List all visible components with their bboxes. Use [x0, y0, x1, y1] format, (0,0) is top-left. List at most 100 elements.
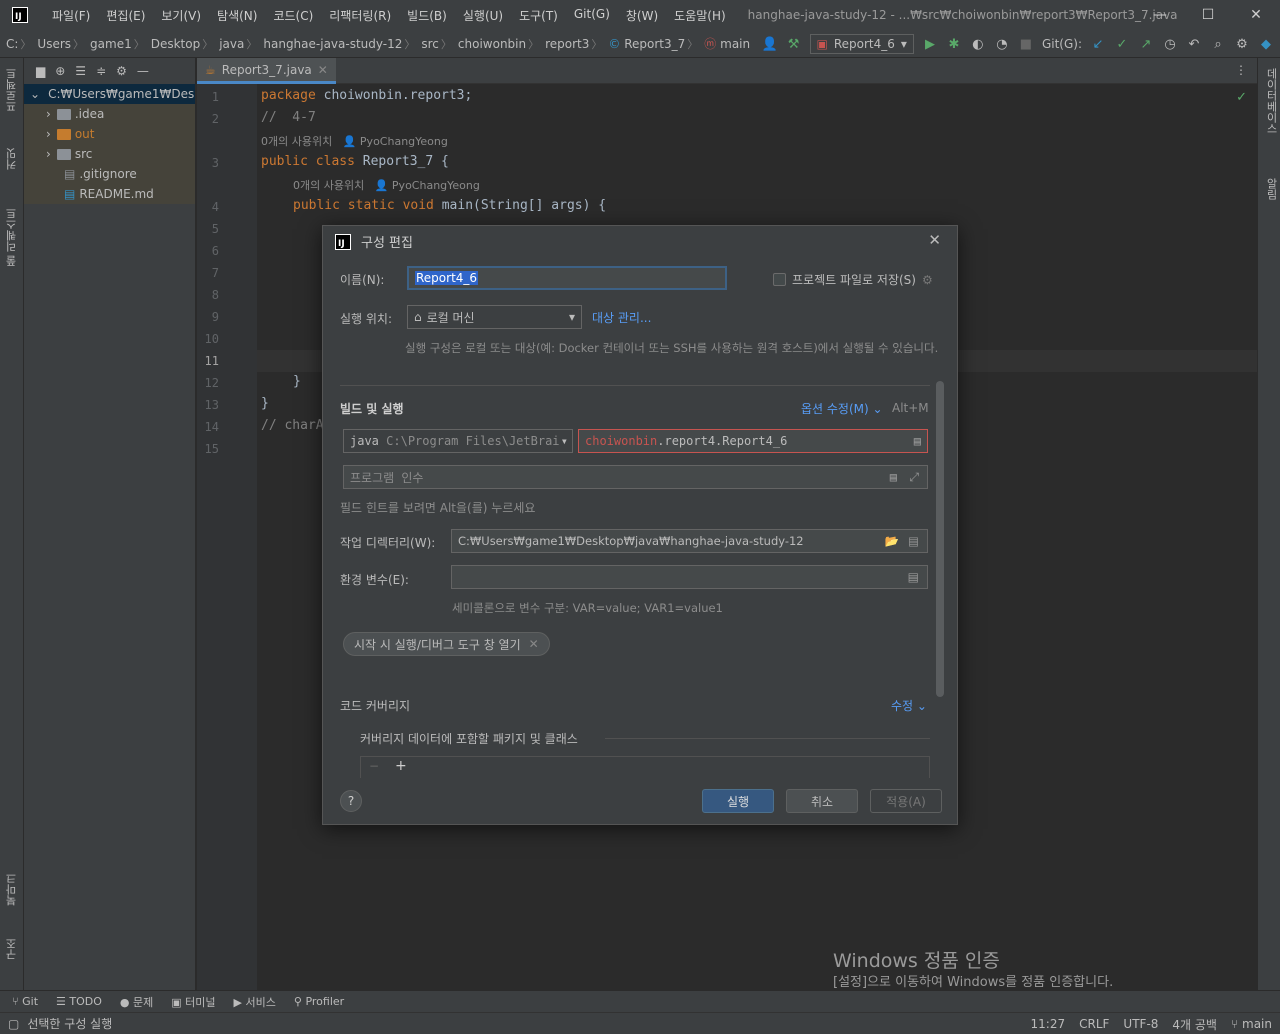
breadcrumb-users[interactable]: Users: [31, 37, 73, 51]
modify-options-link[interactable]: 옵션 수정(M) ⌄: [801, 400, 883, 417]
rollback-icon[interactable]: ↶: [1186, 37, 1202, 52]
run-icon[interactable]: ▶: [922, 37, 938, 52]
plugin-icon[interactable]: ◆: [1258, 37, 1274, 52]
indent-setting[interactable]: 4개 공백: [1172, 1016, 1217, 1033]
folder-browse-icon[interactable]: 📂: [885, 534, 899, 548]
toolwindow-problems[interactable]: ● 문제: [120, 994, 153, 1010]
breadcrumb-class[interactable]: © Report3_7: [602, 37, 687, 51]
menu-git[interactable]: Git(G): [566, 7, 618, 24]
menu-file[interactable]: 파일(F): [44, 7, 98, 24]
close-dialog-icon[interactable]: ✕: [928, 231, 941, 249]
stop-icon[interactable]: ■: [1018, 37, 1034, 52]
tool-tab-notifications[interactable]: 알림: [1263, 178, 1279, 200]
debug-icon[interactable]: ✱: [946, 37, 962, 52]
menu-window[interactable]: 창(W): [618, 7, 666, 24]
macro-icon[interactable]: ▤: [908, 534, 919, 548]
git-branch-widget[interactable]: ⑂ main: [1231, 1017, 1272, 1031]
name-input[interactable]: Report4_6: [407, 266, 727, 290]
breadcrumb-java[interactable]: java: [213, 37, 246, 51]
remove-icon[interactable]: −: [369, 759, 379, 773]
working-directory-input[interactable]: C:₩Users₩game1₩Desktop₩java₩hanghae-java…: [451, 529, 928, 553]
minimize-icon[interactable]: —: [1136, 0, 1184, 30]
menu-code[interactable]: 코드(C): [265, 7, 321, 24]
breadcrumb-method[interactable]: ⓜ main: [698, 35, 752, 52]
collapse-all-icon[interactable]: ≑: [96, 64, 106, 78]
tool-tab-project[interactable]: 프로젝트: [4, 68, 20, 112]
menu-tools[interactable]: 도구(T): [511, 7, 566, 24]
menu-view[interactable]: 보기(V): [153, 7, 209, 24]
toggle-tool-windows-icon[interactable]: ▢: [8, 1017, 19, 1031]
breadcrumb-project[interactable]: hanghae-java-study-12: [257, 37, 404, 51]
program-arguments-input[interactable]: 프로그램 인수 ▤ ⤢: [343, 465, 928, 489]
tree-root[interactable]: ⌄ C:₩Users₩game1₩Deskt: [24, 84, 195, 104]
hide-panel-icon[interactable]: —: [137, 64, 149, 78]
settings-gear-icon[interactable]: ⚙: [1234, 37, 1250, 52]
breadcrumb-game1[interactable]: game1: [84, 37, 134, 51]
tree-item-gitignore[interactable]: ▤ .gitignore: [24, 164, 195, 184]
environment-variables-input[interactable]: ▤: [451, 565, 928, 589]
jdk-select[interactable]: java C:\Program Files\JetBrai ▾: [343, 429, 573, 453]
remove-option-icon[interactable]: ✕: [529, 637, 539, 651]
breadcrumb-desktop[interactable]: Desktop: [145, 37, 203, 51]
manage-targets-link[interactable]: 대상 관리...: [592, 309, 651, 326]
more-options-icon[interactable]: ⋮: [1235, 63, 1247, 77]
dialog-scrollbar[interactable]: [936, 381, 944, 697]
store-as-project-checkbox[interactable]: [773, 273, 786, 286]
tree-item-out[interactable]: › out: [24, 124, 195, 144]
locate-icon[interactable]: ⊕: [55, 64, 65, 78]
toolwindow-todo[interactable]: ☰ TODO: [56, 995, 102, 1008]
menu-help[interactable]: 도움말(H): [666, 7, 734, 24]
build-hammer-icon[interactable]: ⚒: [786, 37, 802, 52]
tool-tab-bookmarks[interactable]: 북마크: [4, 873, 20, 906]
tree-item-idea[interactable]: › .idea: [24, 104, 195, 124]
menu-refactor[interactable]: 리팩터링(R): [321, 7, 399, 24]
options-gear-icon[interactable]: ⚙: [116, 64, 127, 78]
tool-tab-structure[interactable]: 구조: [4, 938, 20, 960]
toolwindow-services[interactable]: ▶ 서비스: [234, 994, 276, 1010]
menu-navigate[interactable]: 탐색(N): [209, 7, 265, 24]
expand-icon[interactable]: ⤢: [909, 470, 919, 485]
macro-icon[interactable]: ▤: [890, 470, 897, 484]
toolwindow-profiler[interactable]: ⚲ Profiler: [294, 995, 344, 1008]
caret-position[interactable]: 11:27: [1031, 1017, 1066, 1031]
git-push-icon[interactable]: ↗: [1138, 37, 1154, 52]
inspection-ok-icon[interactable]: ✓: [1236, 90, 1247, 105]
editor-tab-report3-7[interactable]: ☕ Report3_7.java ✕: [197, 58, 336, 84]
maximize-icon[interactable]: ☐: [1184, 0, 1232, 30]
breadcrumb-report3[interactable]: report3: [539, 37, 591, 51]
add-icon[interactable]: +: [395, 758, 407, 774]
usage-hint[interactable]: 0개의 사용위치 👤 PyoChangYeong: [261, 133, 448, 149]
git-update-icon[interactable]: ↙: [1090, 37, 1106, 52]
help-button[interactable]: ?: [340, 790, 362, 812]
intellij-logo-icon[interactable]: IJ: [12, 7, 28, 23]
main-class-input[interactable]: choiwonbin .report4.Report4_6 ▤: [578, 429, 928, 453]
project-view-icon[interactable]: ▆: [36, 64, 45, 78]
search-icon[interactable]: ⌕: [1210, 37, 1226, 52]
store-as-project-file[interactable]: 프로젝트 파일로 저장(S) ⚙: [773, 271, 933, 288]
breadcrumb-src[interactable]: src: [415, 37, 441, 51]
file-encoding[interactable]: UTF-8: [1123, 1017, 1158, 1031]
profile-icon[interactable]: ◔: [994, 37, 1010, 52]
browse-class-icon[interactable]: ▤: [914, 434, 921, 448]
run-config-selector[interactable]: ▣ Report4_6 ▾: [809, 34, 914, 54]
close-window-icon[interactable]: ✕: [1232, 0, 1280, 30]
breadcrumb-choiwonbin[interactable]: choiwonbin: [452, 37, 528, 51]
menu-run[interactable]: 실행(U): [455, 7, 511, 24]
tree-item-src[interactable]: › src: [24, 144, 195, 164]
close-tab-icon[interactable]: ✕: [318, 63, 328, 77]
apply-button[interactable]: 적용(A): [870, 789, 942, 813]
menu-build[interactable]: 빌드(B): [399, 7, 455, 24]
expand-all-icon[interactable]: ☰: [75, 64, 86, 78]
toolwindow-terminal[interactable]: ▣ 터미널: [171, 994, 215, 1010]
coverage-modify-link[interactable]: 수정 ⌄: [891, 697, 927, 714]
tree-item-readme[interactable]: ▤ README.md: [24, 184, 195, 204]
user-icon[interactable]: 👤: [762, 37, 778, 52]
run-on-select[interactable]: ⌂ 로컬 머신 ▾: [407, 305, 582, 329]
history-icon[interactable]: ◷: [1162, 37, 1178, 52]
git-commit-icon[interactable]: ✓: [1114, 37, 1130, 52]
cancel-button[interactable]: 취소: [786, 789, 858, 813]
run-button[interactable]: 실행: [702, 789, 774, 813]
tool-tab-database[interactable]: 데이터베이스: [1263, 68, 1279, 134]
usage-hint[interactable]: 0개의 사용위치 👤 PyoChangYeong: [293, 177, 480, 193]
menu-edit[interactable]: 편집(E): [98, 7, 153, 24]
